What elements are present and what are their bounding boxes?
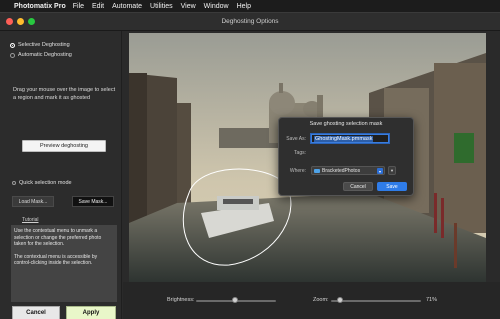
radio-label: Selective Deghosting xyxy=(18,42,70,48)
traffic-lights xyxy=(6,18,35,25)
menu-app-name[interactable]: Photomatix Pro xyxy=(14,3,66,10)
close-window-button[interactable] xyxy=(6,18,13,25)
deghosting-window: Deghosting Options Selective Deghosting … xyxy=(0,12,500,319)
zoom-window-button[interactable] xyxy=(28,18,35,25)
preview-deghosting-button[interactable]: Preview deghosting xyxy=(22,140,106,152)
save-mask-button[interactable]: Save Mask... xyxy=(72,196,114,207)
cancel-button[interactable]: Cancel xyxy=(12,306,60,319)
tutorial-link[interactable]: Tutorial xyxy=(22,217,39,223)
checkbox-label: Quick selection mode xyxy=(19,180,72,186)
save-as-label: Save As: xyxy=(286,136,306,142)
instructions-text: Drag your mouse over the image to select… xyxy=(13,87,116,101)
folder-icon xyxy=(314,168,320,173)
bottom-controls: Brightness: Zoom: 71% xyxy=(123,282,500,319)
checkbox-icon xyxy=(12,181,16,185)
zoom-slider[interactable] xyxy=(331,300,421,302)
tutorial-text-box: Use the contextual menu to unmark a sele… xyxy=(11,225,117,302)
zoom-slider-knob[interactable] xyxy=(337,297,343,303)
radio-unselected-icon xyxy=(10,52,15,58)
window-titlebar: Deghosting Options xyxy=(0,13,500,31)
save-mask-dialog: Save ghosting selection mask Save As: Gh… xyxy=(278,117,414,196)
menu-automate[interactable]: Automate xyxy=(112,3,142,10)
zoom-label: Zoom: xyxy=(313,297,329,303)
brightness-label: Brightness: xyxy=(167,297,195,303)
radio-selected-icon xyxy=(10,42,15,48)
where-select[interactable]: BracketedPhotos ▾ xyxy=(311,166,385,175)
brightness-slider-knob[interactable] xyxy=(232,297,238,303)
menu-utilities[interactable]: Utilities xyxy=(150,3,173,10)
menu-view[interactable]: View xyxy=(181,3,196,10)
save-as-value: GhostingMask.pmmask xyxy=(314,135,374,142)
save-as-input[interactable]: GhostingMask.pmmask xyxy=(311,134,389,143)
load-mask-button[interactable]: Load Mask... xyxy=(12,196,54,207)
chevron-down-icon: ▾ xyxy=(390,167,394,173)
options-panel: Selective Deghosting Automatic Deghostin… xyxy=(0,31,122,319)
tags-label: Tags: xyxy=(294,150,306,156)
apply-button[interactable]: Apply xyxy=(66,306,116,319)
tutorial-text-1: Use the contextual menu to unmark a sele… xyxy=(14,228,102,248)
dialog-save-button[interactable]: Save xyxy=(377,182,407,191)
menu-file[interactable]: File xyxy=(73,3,84,10)
minimize-window-button[interactable] xyxy=(17,18,24,25)
radio-selective-deghosting[interactable]: Selective Deghosting xyxy=(10,42,70,48)
expand-dialog-button[interactable]: ▾ xyxy=(388,166,396,175)
zoom-value: 71% xyxy=(426,297,438,303)
where-label: Where: xyxy=(289,168,306,174)
menu-window[interactable]: Window xyxy=(204,3,229,10)
checkbox-quick-selection[interactable]: Quick selection mode xyxy=(12,180,72,186)
tutorial-text-2: The contextual menu is accessible by con… xyxy=(14,253,98,267)
menu-edit[interactable]: Edit xyxy=(92,3,104,10)
where-value: BracketedPhotos xyxy=(322,167,361,174)
dialog-cancel-button[interactable]: Cancel xyxy=(343,182,373,191)
radio-label: Automatic Deghosting xyxy=(18,52,72,58)
menu-bar: Photomatix Pro File Edit Automate Utilit… xyxy=(0,0,500,12)
chevron-updown-icon: ▾ xyxy=(377,168,383,174)
window-title: Deghosting Options xyxy=(221,18,279,25)
radio-automatic-deghosting[interactable]: Automatic Deghosting xyxy=(10,52,72,58)
dialog-title: Save ghosting selection mask xyxy=(309,121,383,127)
menu-help[interactable]: Help xyxy=(237,3,251,10)
